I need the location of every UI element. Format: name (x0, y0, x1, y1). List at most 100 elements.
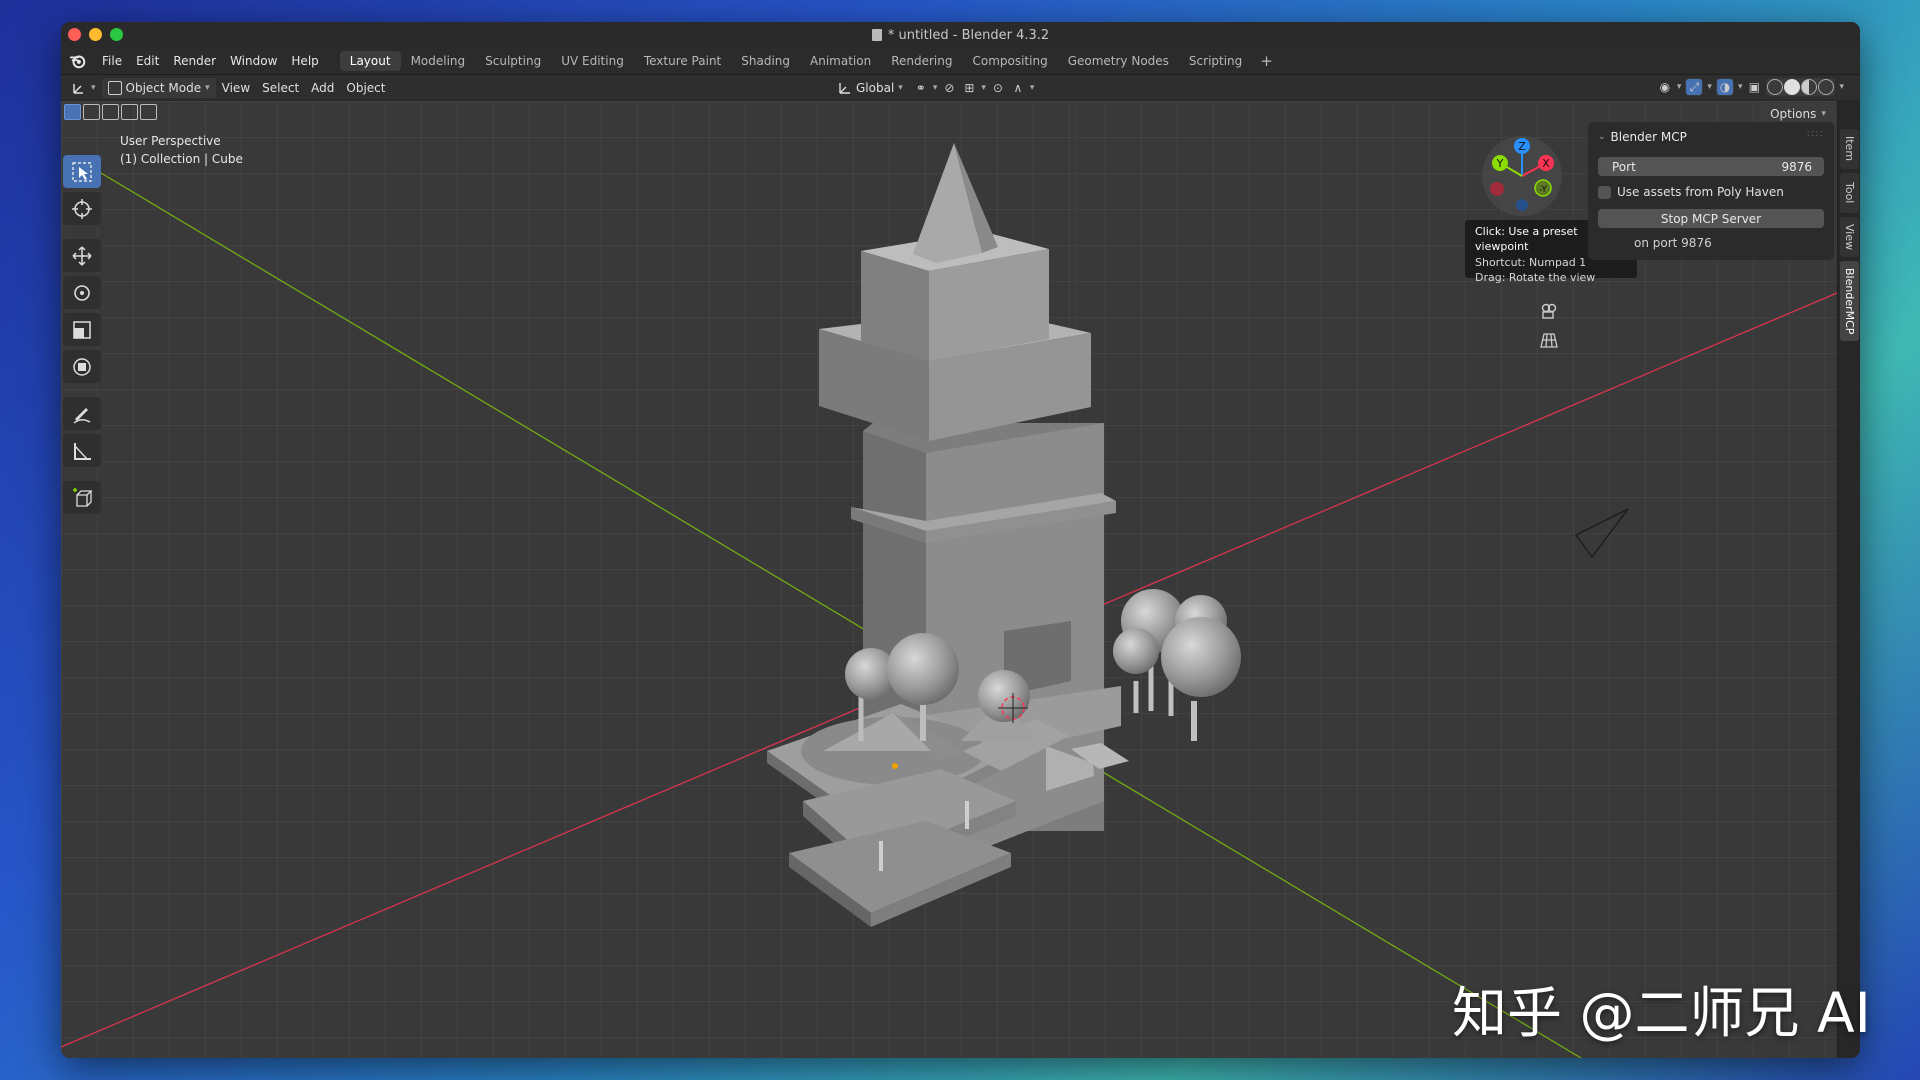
watermark-text: 知乎 @二师兄 AI (1452, 981, 1871, 1045)
poly-haven-checkbox[interactable]: Use assets from Poly Haven (1598, 184, 1824, 200)
scale-icon (73, 320, 91, 339)
stop-mcp-server-button[interactable]: Stop MCP Server (1598, 209, 1824, 228)
sidetab-blendermcp[interactable]: BlenderMCP (1840, 261, 1859, 341)
y-axis-line (100, 172, 1582, 1058)
viewport-header: ▾ Object Mode ▾ View Select Add Object G… (61, 75, 1860, 101)
menu-view[interactable]: View (216, 78, 256, 98)
cursor-icon (72, 198, 92, 219)
tab-geometry-nodes[interactable]: Geometry Nodes (1058, 51, 1179, 71)
overlay-toggle[interactable]: ◑ (1715, 78, 1734, 96)
port-label: Port (1612, 159, 1636, 174)
menu-object[interactable]: Object (340, 78, 391, 98)
snap-icon[interactable]: ⊘ (941, 80, 957, 96)
top-menu-bar: File Edit Render Window Help Layout Mode… (61, 48, 1860, 75)
3d-viewport[interactable]: User Perspective (1) Collection | Cube O… (61, 101, 1837, 1058)
tab-modeling[interactable]: Modeling (401, 51, 476, 71)
add-cube-icon (73, 487, 93, 507)
solid-shading-icon[interactable] (1784, 79, 1801, 95)
window-controls (68, 28, 123, 41)
menu-help[interactable]: Help (284, 50, 325, 72)
select-extend-icon[interactable] (83, 104, 100, 120)
measure-tool[interactable] (63, 434, 101, 467)
wireframe-shading-icon[interactable] (1767, 79, 1784, 95)
select-invert-icon[interactable] (121, 104, 138, 120)
mode-dropdown[interactable]: Object Mode ▾ (101, 77, 216, 98)
window-title-text: * untitled - Blender 4.3.2 (887, 27, 1050, 43)
rotate-tool[interactable] (63, 276, 101, 309)
cursor-tool[interactable] (63, 192, 101, 225)
transform-icon (73, 357, 91, 376)
chevron-down-icon: ▾ (1839, 82, 1844, 92)
sidetab-tool[interactable]: Tool (1840, 173, 1859, 213)
tab-scripting[interactable]: Scripting (1179, 51, 1252, 71)
menu-select[interactable]: Select (256, 78, 305, 98)
menu-file[interactable]: File (95, 50, 129, 72)
material-shading-icon[interactable] (1801, 79, 1818, 95)
menu-edit[interactable]: Edit (129, 50, 166, 72)
chevron-down-icon: ⌄ (1598, 132, 1606, 142)
select-new-icon[interactable] (64, 104, 81, 120)
scale-tool[interactable] (63, 313, 101, 346)
rendered-shading-icon[interactable] (1818, 79, 1835, 95)
tab-compositing[interactable]: Compositing (962, 51, 1057, 71)
falloff-icon[interactable]: ∧ (1010, 80, 1026, 96)
move-icon (72, 245, 92, 266)
workspace-tabs: Layout Modeling Sculpting UV Editing Tex… (339, 51, 1281, 71)
navigation-gizmo[interactable]: Z X Y -Y (1481, 135, 1563, 217)
gizmo-y-label: Y (1496, 157, 1504, 170)
transform-tool[interactable] (63, 350, 101, 383)
drag-handle-icon[interactable]: :::: (1807, 128, 1824, 139)
gizmo-z-label: Z (1518, 140, 1526, 153)
editor-type-button[interactable]: ▾ (65, 78, 102, 98)
visibility-icon[interactable]: ◉ (1657, 79, 1673, 95)
select-intersect-icon[interactable] (140, 104, 157, 120)
tab-animation[interactable]: Animation (800, 51, 881, 71)
port-field[interactable]: Port 9876 (1598, 157, 1824, 176)
sidetab-view[interactable]: View (1840, 217, 1859, 257)
gizmo-neg-z-axis (1516, 199, 1528, 211)
gizmo-neg-y-label: -Y (1539, 185, 1547, 195)
snap-grid-icon[interactable]: ⊞ (961, 80, 977, 96)
orientation-dropdown[interactable]: Global ▾ (832, 78, 909, 98)
move-tool[interactable] (63, 239, 101, 272)
chevron-down-icon: ▾ (981, 83, 986, 93)
perspective-label: User Perspective (120, 134, 221, 148)
poly-haven-label: Use assets from Poly Haven (1617, 185, 1784, 199)
panel-header[interactable]: ⌄ Blender MCP (1598, 128, 1824, 146)
annotate-tool[interactable] (63, 397, 101, 430)
gizmo-toggle[interactable]: ⤢ (1685, 78, 1704, 96)
tab-layout[interactable]: Layout (339, 51, 401, 71)
options-label: Options (1770, 106, 1817, 121)
orientation-icon (839, 83, 850, 94)
minimize-window-button[interactable] (89, 28, 102, 41)
zoom-window-button[interactable] (110, 28, 123, 41)
chevron-down-icon: ▾ (1029, 83, 1035, 93)
xray-icon[interactable]: ▣ (1746, 79, 1762, 95)
chevron-down-icon: ▾ (91, 82, 96, 93)
pivot-point-icon[interactable]: ⚭ (913, 80, 929, 96)
measure-icon (74, 442, 91, 460)
tab-shading[interactable]: Shading (731, 51, 800, 71)
add-cube-tool[interactable] (63, 481, 101, 514)
camera-view-icon[interactable] (1539, 301, 1559, 321)
checkbox-box[interactable] (1598, 185, 1611, 199)
select-subtract-icon[interactable] (102, 104, 119, 120)
proportional-edit-icon[interactable]: ⊙ (990, 80, 1006, 96)
options-dropdown[interactable]: Options ▾ (1759, 103, 1837, 124)
menu-add[interactable]: Add (305, 78, 340, 98)
tab-texture-paint[interactable]: Texture Paint (634, 51, 731, 71)
select-box-tool[interactable] (63, 155, 101, 188)
camera-object (1574, 508, 1629, 559)
add-workspace-button[interactable]: + (1252, 51, 1281, 71)
menu-window[interactable]: Window (223, 50, 284, 72)
chevron-down-icon: ▾ (898, 83, 903, 93)
tab-sculpting[interactable]: Sculpting (475, 51, 551, 71)
tab-rendering[interactable]: Rendering (881, 51, 962, 71)
port-value: 9876 (1781, 159, 1812, 174)
sidetab-item[interactable]: Item (1840, 129, 1859, 169)
tab-uv-editing[interactable]: UV Editing (551, 51, 634, 71)
blender-logo-icon[interactable] (69, 52, 87, 70)
perspective-toggle-icon[interactable] (1539, 330, 1559, 350)
menu-render[interactable]: Render (166, 50, 223, 72)
close-window-button[interactable] (68, 28, 81, 41)
